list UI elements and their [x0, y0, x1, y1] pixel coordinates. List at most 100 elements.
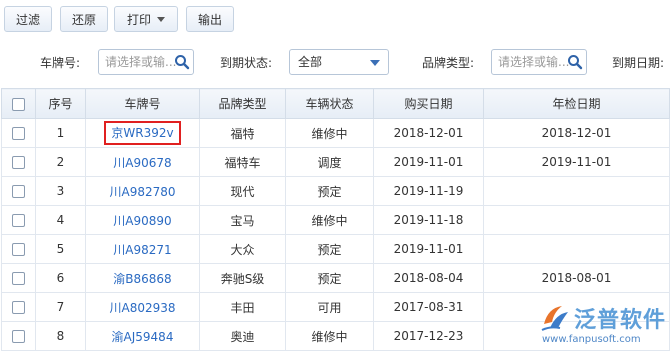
row-number: 2 — [35, 147, 86, 177]
plate-link[interactable]: 川A90678 — [113, 156, 171, 170]
row-checkbox[interactable] — [12, 214, 25, 227]
table-row[interactable]: 3 川A982780 现代 预定 2019-11-19 — [1, 176, 670, 206]
table-row[interactable]: 6 渝B86868 奔驰S级 预定 2018-08-04 2018-08-01 — [1, 263, 670, 293]
brand-cell: 奥迪 — [199, 321, 286, 351]
expire-status-value: 全部 — [298, 55, 323, 69]
search-icon[interactable] — [174, 54, 190, 70]
plate-link[interactable]: 川A982780 — [109, 185, 175, 199]
table-row[interactable]: 5 川A98271 大众 预定 2019-11-01 — [1, 234, 670, 264]
plate-cell: 渝B86868 — [85, 263, 200, 293]
column-header[interactable]: 年检日期 — [483, 88, 670, 119]
buy-date-cell: 2019-11-01 — [373, 234, 484, 264]
plate-filter-placeholder: 请选择或输... — [105, 55, 177, 69]
column-header[interactable]: 购买日期 — [373, 88, 484, 119]
brand-cell: 丰田 — [199, 292, 286, 322]
column-header[interactable]: 品牌类型 — [199, 88, 286, 119]
brand-filter-label: 品牌类型: — [422, 56, 475, 70]
row-select-cell[interactable] — [1, 292, 36, 322]
row-select-cell[interactable] — [1, 234, 36, 264]
plate-link[interactable]: 川A802938 — [109, 301, 175, 315]
select-all-cell[interactable] — [1, 88, 36, 119]
column-header[interactable]: 序号 — [35, 88, 86, 119]
row-checkbox[interactable] — [12, 301, 25, 314]
row-select-cell[interactable] — [1, 205, 36, 235]
inspect-date-cell — [483, 176, 670, 206]
row-select-cell[interactable] — [1, 176, 36, 206]
row-number: 8 — [35, 321, 86, 351]
row-number: 4 — [35, 205, 86, 235]
logo-mark-icon — [541, 306, 568, 331]
row-checkbox[interactable] — [12, 156, 25, 169]
brand-filter-input[interactable]: 请选择或输... — [491, 49, 587, 75]
status-cell: 维修中 — [285, 205, 374, 235]
plate-cell: 川A90678 — [85, 147, 200, 177]
print-button[interactable]: 打印 — [114, 6, 178, 32]
plate-link[interactable]: 京WR392v — [104, 121, 181, 145]
status-cell: 预定 — [285, 263, 374, 293]
toolbar: 过滤 还原 打印 输出 — [0, 0, 670, 38]
reset-button[interactable]: 还原 — [60, 6, 108, 32]
row-number: 6 — [35, 263, 86, 293]
buy-date-cell: 2019-11-01 — [373, 147, 484, 177]
plate-link[interactable]: 川A98271 — [113, 243, 171, 257]
plate-filter-label: 车牌号: — [40, 56, 81, 70]
plate-link[interactable]: 渝B86868 — [113, 272, 171, 286]
table-row[interactable]: 1 京WR392v 福特 维修中 2018-12-01 2018-12-01 — [1, 118, 670, 148]
plate-link[interactable]: 渝AJ59484 — [112, 330, 174, 344]
row-checkbox[interactable] — [12, 330, 25, 343]
expire-date-label: 到期日期: — [612, 56, 665, 70]
brand-cell: 大众 — [199, 234, 286, 264]
status-cell: 可用 — [285, 292, 374, 322]
plate-cell: 渝AJ59484 — [85, 321, 200, 351]
row-checkbox[interactable] — [12, 127, 25, 140]
buy-date-cell: 2019-11-18 — [373, 205, 484, 235]
brand-cell: 现代 — [199, 176, 286, 206]
filter-button[interactable]: 过滤 — [4, 6, 52, 32]
brand-cell: 福特车 — [199, 147, 286, 177]
logo-name: 泛普软件 — [574, 308, 667, 333]
row-number: 5 — [35, 234, 86, 264]
buy-date-cell: 2019-11-19 — [373, 176, 484, 206]
brand-logo: 泛普软件 www.fanpusoft.com — [540, 300, 668, 350]
row-select-cell[interactable] — [1, 321, 36, 351]
row-number: 1 — [35, 118, 86, 148]
plate-link[interactable]: 川A90890 — [113, 214, 171, 228]
expire-status-select[interactable]: 全部 — [289, 49, 389, 75]
export-button[interactable]: 输出 — [186, 6, 234, 32]
inspect-date-cell: 2019-11-01 — [483, 147, 670, 177]
row-checkbox[interactable] — [12, 272, 25, 285]
select-all-checkbox[interactable] — [12, 97, 25, 111]
brand-filter-placeholder: 请选择或输... — [498, 55, 570, 69]
table-row[interactable]: 4 川A90890 宝马 维修中 2019-11-18 — [1, 205, 670, 235]
row-select-cell[interactable] — [1, 118, 36, 148]
logo-url: www.fanpusoft.com — [542, 334, 641, 345]
row-checkbox[interactable] — [12, 185, 25, 198]
row-select-cell[interactable] — [1, 263, 36, 293]
plate-cell: 川A802938 — [85, 292, 200, 322]
status-cell: 维修中 — [285, 321, 374, 351]
inspect-date-cell — [483, 234, 670, 264]
column-header[interactable]: 车辆状态 — [285, 88, 374, 119]
buy-date-cell: 2017-12-23 — [373, 321, 484, 351]
row-select-cell[interactable] — [1, 147, 36, 177]
buy-date-cell: 2017-08-31 — [373, 292, 484, 322]
chevron-down-icon — [157, 16, 165, 22]
buy-date-cell: 2018-12-01 — [373, 118, 484, 148]
row-number: 3 — [35, 176, 86, 206]
print-button-label: 打印 — [126, 12, 151, 27]
filter-bar: 车牌号: 请选择或输... 到期状态: 全部 品牌类型: 请选择或输... 到期… — [0, 38, 670, 84]
plate-filter-input[interactable]: 请选择或输... — [98, 49, 194, 75]
row-checkbox[interactable] — [12, 243, 25, 256]
inspect-date-cell: 2018-12-01 — [483, 118, 670, 148]
table-header-row: 序号 车牌号 品牌类型 车辆状态 购买日期 年检日期 — [1, 88, 670, 119]
table-row[interactable]: 2 川A90678 福特车 调度 2019-11-01 2019-11-01 — [1, 147, 670, 177]
brand-cell: 奔驰S级 — [199, 263, 286, 293]
buy-date-cell: 2018-08-04 — [373, 263, 484, 293]
inspect-date-cell — [483, 205, 670, 235]
column-header[interactable]: 车牌号 — [85, 88, 200, 119]
search-icon[interactable] — [567, 54, 583, 70]
brand-cell: 宝马 — [199, 205, 286, 235]
status-cell: 调度 — [285, 147, 374, 177]
status-cell: 预定 — [285, 176, 374, 206]
plate-cell: 川A90890 — [85, 205, 200, 235]
